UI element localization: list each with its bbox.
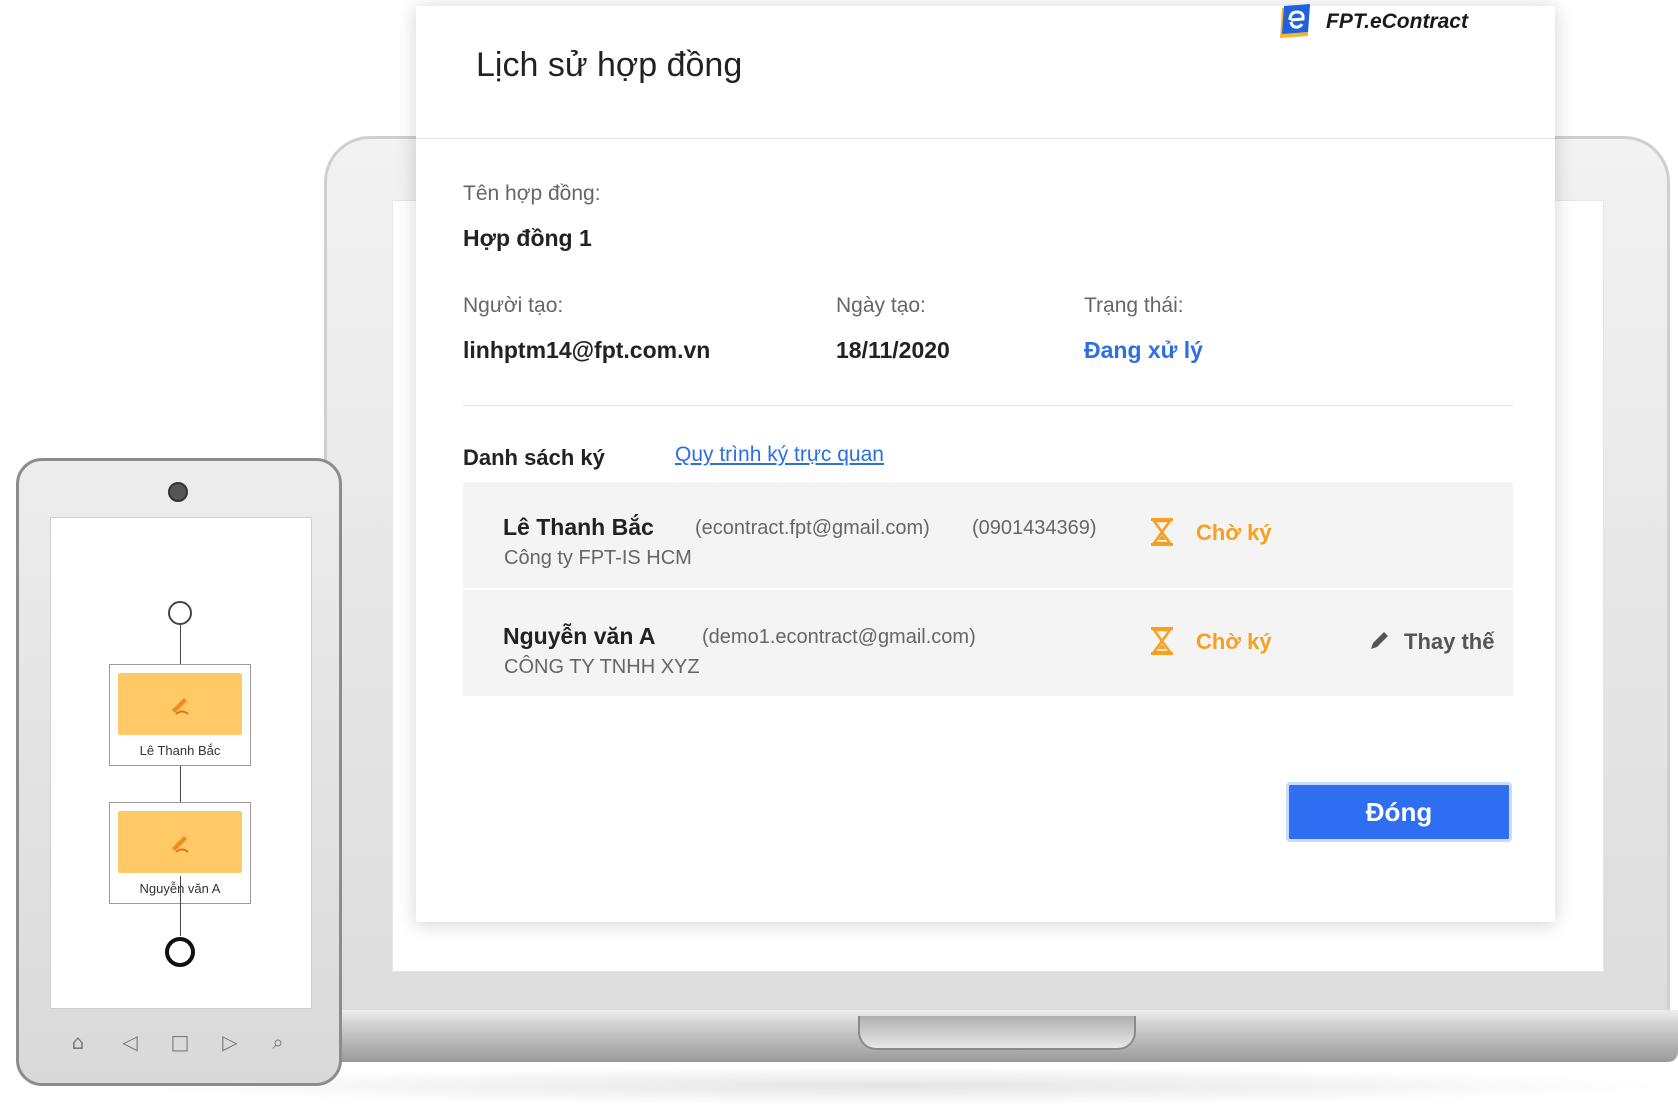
econtract-logo-icon (1280, 4, 1310, 38)
laptop-shadow (110, 1066, 1678, 1106)
flow-start-node (168, 601, 192, 625)
flow-connector (180, 876, 181, 936)
brand-name: FPT.eContract (1326, 10, 1468, 33)
contract-name: Hợp đồng 1 (463, 225, 592, 251)
signing-list-title: Danh sách ký (463, 445, 605, 470)
signer-org: CÔNG TY TNHH XYZ (504, 656, 700, 678)
flow-connector (180, 625, 181, 665)
signer-status: Chờ ký (1196, 520, 1272, 545)
signer-email: (demo1.econtract@gmail.com) (702, 626, 976, 648)
signature-pen-icon (172, 836, 189, 853)
signer-phone: (0901434369) (972, 517, 1097, 539)
creator-label: Người tạo: (463, 294, 564, 317)
signer-org: Công ty FPT-IS HCM (504, 547, 692, 569)
visual-flow-link[interactable]: Quy trình ký trực quan (675, 443, 884, 467)
modal-header-divider (416, 138, 1555, 139)
replace-signer-button[interactable]: Thay thế (1404, 629, 1494, 655)
flow-connector (180, 766, 181, 803)
back-icon[interactable]: ◁ (118, 1030, 142, 1054)
search-icon[interactable]: ⌕ (266, 1030, 290, 1054)
creator-value: linhptm14@fpt.com.vn (463, 337, 711, 363)
contract-name-label: Tên hợp đồng: (463, 182, 601, 205)
hourglass-icon (1151, 518, 1173, 546)
status-badge: Đang xử lý (1084, 337, 1203, 363)
modal-title: Lịch sử hợp đồng (476, 46, 743, 84)
flow-step-label: Lê Thanh Bắc (139, 743, 221, 758)
recent-apps-icon[interactable]: □ (168, 1030, 192, 1054)
status-label: Trạng thái: (1084, 294, 1184, 317)
created-date-value: 18/11/2020 (836, 337, 950, 363)
signer-name: Lê Thanh Bắc (503, 514, 654, 540)
signer-name: Nguyễn văn A (503, 623, 656, 649)
close-button[interactable]: Đóng (1286, 782, 1512, 842)
created-date-label: Ngày tạo: (836, 294, 926, 317)
forward-icon[interactable]: ▷ (218, 1030, 242, 1054)
tablet-camera (168, 482, 188, 502)
flow-end-node (165, 937, 195, 967)
signer-email: (econtract.fpt@gmail.com) (695, 517, 930, 539)
laptop-notch (858, 1016, 1136, 1050)
pencil-icon[interactable] (1368, 628, 1392, 652)
hourglass-icon (1151, 627, 1173, 655)
signature-pen-icon (172, 698, 189, 715)
section-divider (463, 405, 1513, 406)
signer-status: Chờ ký (1196, 629, 1272, 654)
home-icon[interactable]: ⌂ (66, 1030, 90, 1054)
